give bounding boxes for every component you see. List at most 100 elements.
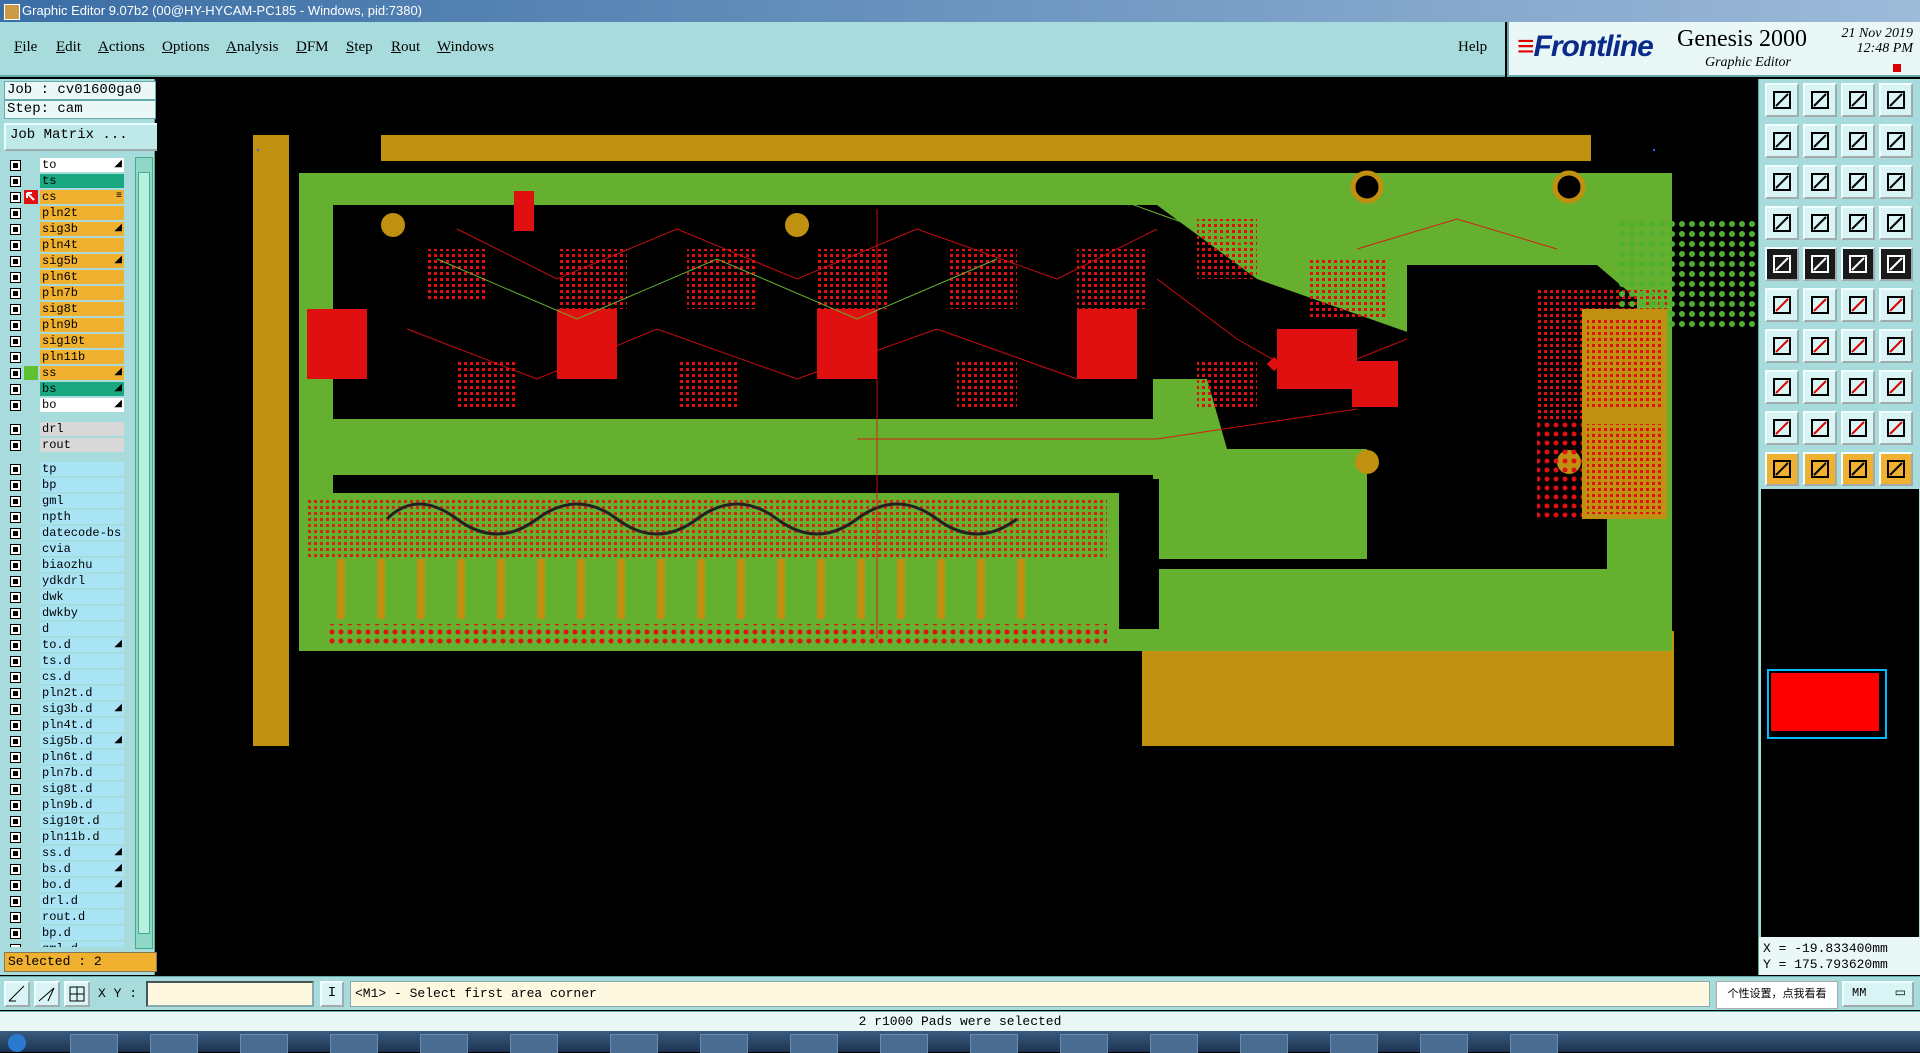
layer-row-ts-d[interactable]: ts.d <box>6 653 124 669</box>
layer-checkbox[interactable] <box>10 816 21 827</box>
scrollbar-thumb[interactable] <box>138 172 150 934</box>
layer-name[interactable]: pln4t <box>40 238 124 252</box>
layer-checkbox[interactable] <box>10 528 21 539</box>
taskbar-app-1[interactable] <box>70 1034 118 1053</box>
layer-row-pln4t-d[interactable]: pln4t.d <box>6 717 124 733</box>
layer-name[interactable]: ts <box>40 174 124 188</box>
scale-1to2-icon[interactable] <box>1841 165 1875 199</box>
layer-name[interactable]: rout <box>40 438 124 452</box>
snap-icon[interactable] <box>1803 206 1837 240</box>
layer-row-pln11b-d[interactable]: pln11b.d <box>6 829 124 845</box>
select-arrow-icon[interactable] <box>1765 452 1799 486</box>
layer-row-to[interactable]: to ◢ <box>6 157 124 173</box>
layer-checkbox[interactable] <box>10 896 21 907</box>
menu-options[interactable]: Options <box>162 39 210 56</box>
layer-name[interactable]: bo.d ◢ <box>40 878 124 892</box>
taskbar-app-2[interactable] <box>150 1034 198 1053</box>
layer-name[interactable]: bs.d ◢ <box>40 862 124 876</box>
layer-row-sig10t-d[interactable]: sig10t.d <box>6 813 124 829</box>
feature-info-icon[interactable] <box>1765 247 1799 281</box>
layer-name[interactable]: pln11b.d <box>40 830 124 844</box>
layer-row-bo-d[interactable]: bo.d ◢ <box>6 877 124 893</box>
window-icon[interactable] <box>1879 83 1913 117</box>
layer-name[interactable]: npth <box>40 510 124 524</box>
layer-checkbox[interactable] <box>10 336 21 347</box>
connect-icon[interactable] <box>1765 288 1799 322</box>
home-icon[interactable] <box>1841 83 1875 117</box>
layer-name[interactable]: cvia <box>40 542 124 556</box>
layer-row-pln7b[interactable]: pln7b <box>6 285 124 301</box>
units-selector[interactable]: MM ▭ <box>1842 981 1914 1007</box>
menu-help[interactable]: Help <box>1458 39 1487 56</box>
layer-name[interactable]: drl.d <box>40 894 124 908</box>
layer-checkbox[interactable] <box>10 608 21 619</box>
menu-step[interactable]: Step <box>346 39 373 56</box>
ruler-icon[interactable] <box>1841 247 1875 281</box>
draw-mode-button[interactable] <box>34 981 60 1007</box>
rotate-icon[interactable] <box>1841 329 1875 363</box>
layer-name[interactable]: sig10t <box>40 334 124 348</box>
measure-icon[interactable] <box>1765 206 1799 240</box>
layer-row-cs-d[interactable]: cs.d <box>6 669 124 685</box>
layer-checkbox[interactable] <box>10 440 21 451</box>
layer-name[interactable]: cs ≡ <box>40 190 124 204</box>
minus-icon[interactable] <box>1803 370 1837 404</box>
layer-checkbox[interactable] <box>10 752 21 763</box>
layer-checkbox[interactable] <box>10 832 21 843</box>
layer-name[interactable]: sig5b ◢ <box>40 254 124 268</box>
layer-row-ydkdrl[interactable]: ydkdrl <box>6 573 124 589</box>
layer-row-pln6t-d[interactable]: pln6t.d <box>6 749 124 765</box>
layer-name[interactable]: biaozhu <box>40 558 124 572</box>
menu-dfm[interactable]: DFM <box>296 39 329 56</box>
grid-mode-button[interactable] <box>64 981 90 1007</box>
layer-name[interactable]: d <box>40 622 124 636</box>
layer-row-pln9b-d[interactable]: pln9b.d <box>6 797 124 813</box>
layer-name[interactable]: ss.d ◢ <box>40 846 124 860</box>
taskbar-app-17[interactable] <box>1510 1034 1558 1053</box>
layer-name[interactable]: pln11b <box>40 350 124 364</box>
layer-checkbox[interactable] <box>10 208 21 219</box>
select-net-icon[interactable] <box>1879 452 1913 486</box>
menu-actions[interactable]: Actions <box>98 39 145 56</box>
layer-row-bs-d[interactable]: bs.d ◢ <box>6 861 124 877</box>
layer-name[interactable]: pln7b.d <box>40 766 124 780</box>
layer-checkbox[interactable] <box>10 768 21 779</box>
taskbar-app-14[interactable] <box>1240 1034 1288 1053</box>
layer-checkbox[interactable] <box>10 384 21 395</box>
layer-row-biaozhu[interactable]: biaozhu <box>6 557 124 573</box>
layer-checkbox[interactable] <box>10 496 21 507</box>
layer-name[interactable]: to.d ◢ <box>40 638 124 652</box>
layer-row-gml-d[interactable]: gml.d <box>6 941 124 947</box>
layer-checkbox[interactable] <box>10 512 21 523</box>
layer-checkbox[interactable] <box>10 800 21 811</box>
layer-name[interactable]: bs ◢ <box>40 382 124 396</box>
layer-checkbox[interactable] <box>10 176 21 187</box>
layer-checkbox[interactable] <box>10 576 21 587</box>
layers-remove-icon[interactable] <box>1879 206 1913 240</box>
layer-checkbox[interactable] <box>10 672 21 683</box>
layer-list-scrollbar[interactable] <box>135 157 153 949</box>
taskbar-app-11[interactable] <box>970 1034 1018 1053</box>
layer-row-sig5b[interactable]: sig5b ◢ <box>6 253 124 269</box>
layer-checkbox[interactable] <box>10 224 21 235</box>
layer-row-sig3b[interactable]: sig3b ◢ <box>6 221 124 237</box>
board-preview[interactable] <box>1767 669 1887 739</box>
layer-checkbox[interactable] <box>10 880 21 891</box>
layer-checkbox[interactable] <box>10 640 21 651</box>
layer-name[interactable]: bo ◢ <box>40 398 124 412</box>
xy-input[interactable] <box>146 981 314 1007</box>
save-view-icon[interactable] <box>1803 83 1837 117</box>
zoom-fit-icon[interactable] <box>1841 124 1875 158</box>
layer-row-bs[interactable]: bs ◢ <box>6 381 124 397</box>
layer-row-cvia[interactable]: cvia <box>6 541 124 557</box>
taskbar-app-6[interactable] <box>510 1034 558 1053</box>
layer-checkbox[interactable] <box>10 256 21 267</box>
layer-checkbox[interactable] <box>10 288 21 299</box>
layer-checkbox[interactable] <box>10 544 21 555</box>
menu-rout[interactable]: Rout <box>391 39 420 56</box>
move-icon[interactable] <box>1841 288 1875 322</box>
add-pad-icon[interactable] <box>1765 370 1799 404</box>
layer-row-sig3b-d[interactable]: sig3b.d ◢ <box>6 701 124 717</box>
zoom-in-icon[interactable] <box>1765 165 1799 199</box>
layer-row-datecode-bs[interactable]: datecode-bs <box>6 525 124 541</box>
